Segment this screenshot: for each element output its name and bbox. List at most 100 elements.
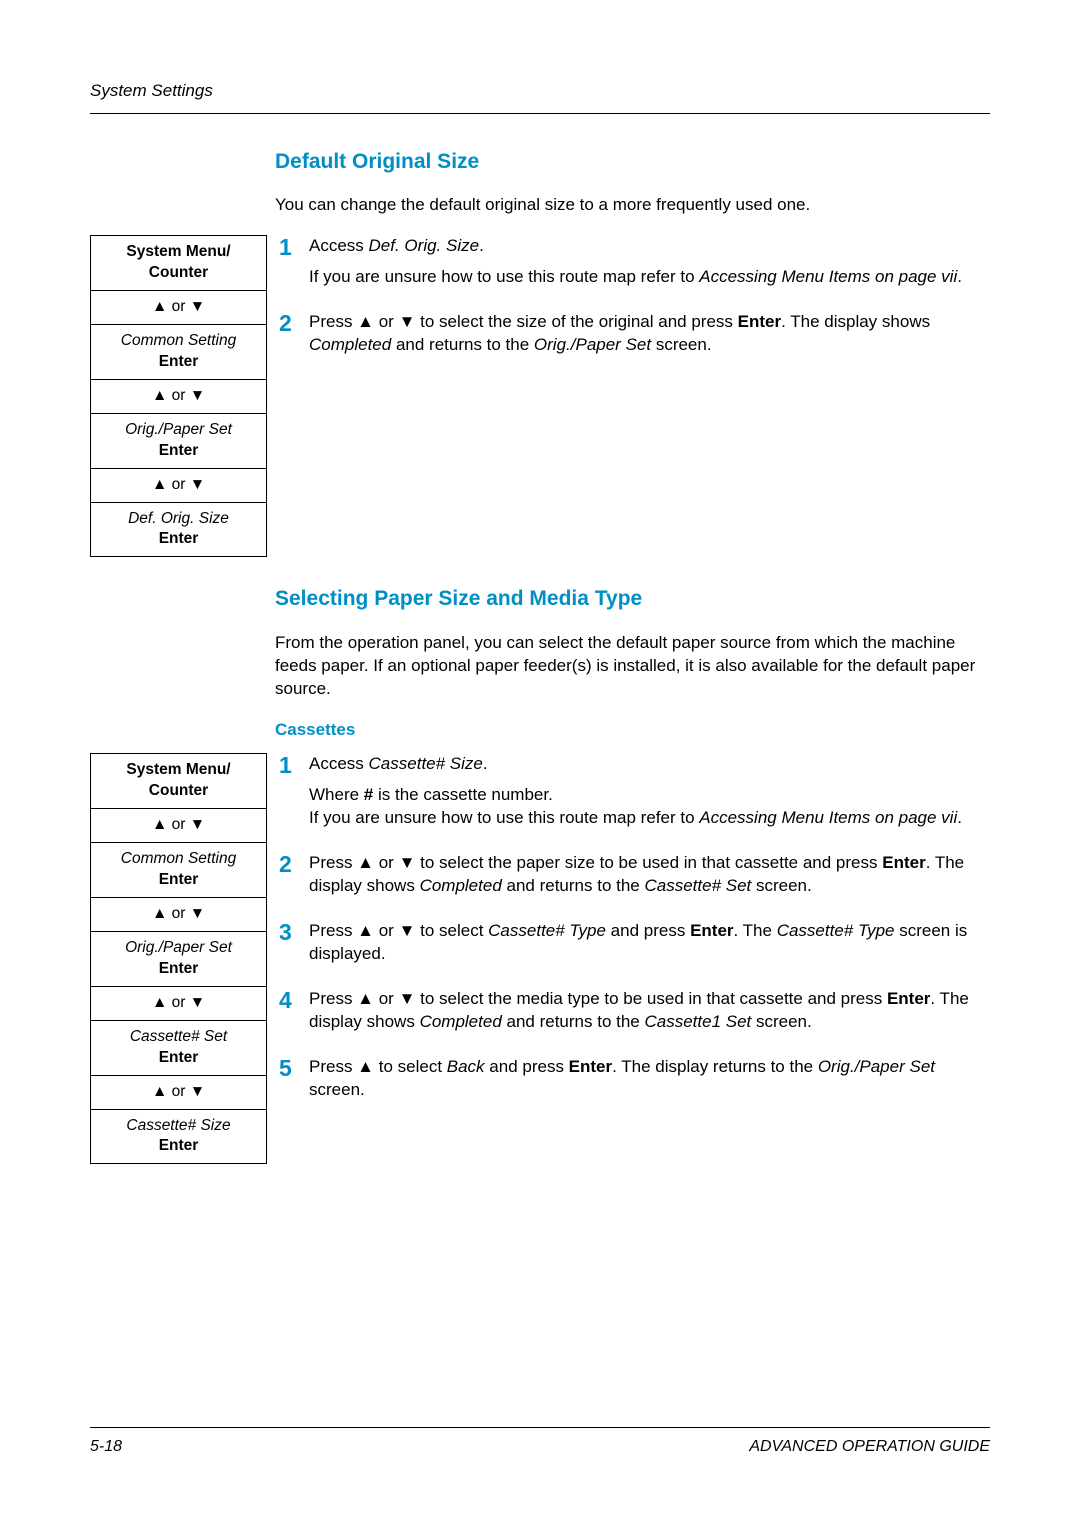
step-body: Access Cassette# Size. Where # is the ca… <box>309 753 990 838</box>
t: Completed <box>309 335 391 354</box>
step-body: Press ▲ or ▼ to select Cassette# Type an… <box>309 920 990 974</box>
step-2: 2 Press ▲ or ▼ to select the paper size … <box>279 852 990 906</box>
t: Access <box>309 754 369 773</box>
t: and press <box>606 921 690 940</box>
intro-paragraph-2: From the operation panel, you can select… <box>275 632 990 701</box>
route-map-arrow: ▲ or ▼ <box>91 897 266 931</box>
t: and returns to the <box>502 1012 645 1031</box>
step-body: Access Def. Orig. Size. If you are unsur… <box>309 235 990 297</box>
route-map-cell: Common Setting Enter <box>91 324 266 379</box>
rm-text: Counter <box>149 264 208 281</box>
guide-title: ADVANCED OPERATION GUIDE <box>749 1436 990 1458</box>
t: Access <box>309 236 369 255</box>
t: and press <box>485 1057 569 1076</box>
route-map-cell: Def. Orig. Size Enter <box>91 502 266 557</box>
step-number: 1 <box>279 235 309 260</box>
t: is the cassette number. <box>373 785 553 804</box>
t: Accessing Menu Items on page vii <box>699 808 957 827</box>
t: . <box>483 754 488 773</box>
t: Enter <box>882 853 925 872</box>
t: . <box>957 267 962 286</box>
step-body: Press ▲ or ▼ to select the size of the o… <box>309 311 990 365</box>
t: . The display returns to the <box>612 1057 818 1076</box>
t: If you are unsure how to use this route … <box>309 808 699 827</box>
route-map-arrow: ▲ or ▼ <box>91 379 266 413</box>
route-map-2: System Menu/ Counter ▲ or ▼ Common Setti… <box>90 753 267 1164</box>
t: Back <box>447 1057 485 1076</box>
t: screen. <box>751 876 811 895</box>
rm-text: Orig./Paper Set <box>125 421 232 438</box>
step-number: 1 <box>279 753 309 778</box>
route-map-arrow: ▲ or ▼ <box>91 1075 266 1109</box>
t: Accessing Menu Items on page vii <box>699 267 957 286</box>
t: Cassette# Type <box>777 921 895 940</box>
t: Press ▲ or ▼ to select <box>309 921 488 940</box>
rm-text: Enter <box>159 442 199 459</box>
rm-text: Cassette# Size <box>126 1117 230 1134</box>
t: Where <box>309 785 364 804</box>
heading-default-original-size: Default Original Size <box>275 148 990 176</box>
rm-text: Common Setting <box>121 850 236 867</box>
rm-text: System Menu/ <box>126 761 230 778</box>
rm-text: Enter <box>159 871 199 888</box>
rm-text: Counter <box>149 782 208 799</box>
route-map-arrow: ▲ or ▼ <box>91 808 266 842</box>
steps-list-2: 1 Access Cassette# Size. Where # is the … <box>279 753 990 1123</box>
t: and returns to the <box>391 335 534 354</box>
footer-rule <box>90 1427 990 1428</box>
t: . The display shows <box>781 312 930 331</box>
t: . <box>957 808 962 827</box>
step-1: 1 Access Def. Orig. Size. If you are uns… <box>279 235 990 297</box>
step-body: Press ▲ or ▼ to select the media type to… <box>309 988 990 1042</box>
page-number: 5-18 <box>90 1436 122 1458</box>
step-3: 3 Press ▲ or ▼ to select Cassette# Type … <box>279 920 990 974</box>
step-1: 1 Access Cassette# Size. Where # is the … <box>279 753 990 838</box>
rm-text: Enter <box>159 1049 199 1066</box>
route-map-arrow: ▲ or ▼ <box>91 290 266 324</box>
steps-list-1: 1 Access Def. Orig. Size. If you are uns… <box>279 235 990 379</box>
step-number: 2 <box>279 852 309 877</box>
step-number: 2 <box>279 311 309 336</box>
rm-text: Cassette# Set <box>130 1028 227 1045</box>
route-map-cell: Orig./Paper Set Enter <box>91 413 266 468</box>
t: Orig./Paper Set <box>534 335 651 354</box>
t: Orig./Paper Set <box>818 1057 935 1076</box>
rm-text: System Menu/ <box>126 243 230 260</box>
t: . <box>479 236 484 255</box>
t: screen. <box>309 1080 365 1099</box>
subheading-cassettes: Cassettes <box>275 719 990 742</box>
route-map-cell: Common Setting Enter <box>91 842 266 897</box>
t: screen. <box>651 335 711 354</box>
rm-text: Def. Orig. Size <box>128 510 229 527</box>
route-map-arrow: ▲ or ▼ <box>91 986 266 1020</box>
rm-text: Orig./Paper Set <box>125 939 232 956</box>
step-number: 5 <box>279 1056 309 1081</box>
t: Cassette# Type <box>488 921 606 940</box>
t: # <box>364 785 373 804</box>
t: Cassette1 Set <box>644 1012 751 1031</box>
step-2: 2 Press ▲ or ▼ to select the size of the… <box>279 311 990 365</box>
route-map-cell: System Menu/ Counter <box>91 754 266 808</box>
t: Cassette# Set <box>644 876 751 895</box>
step-number: 4 <box>279 988 309 1013</box>
t: Press ▲ or ▼ to select the paper size to… <box>309 853 882 872</box>
running-header: System Settings <box>90 80 990 103</box>
step-4: 4 Press ▲ or ▼ to select the media type … <box>279 988 990 1042</box>
rm-text: Enter <box>159 530 199 547</box>
step-body: Press ▲ to select Back and press Enter. … <box>309 1056 990 1110</box>
route-map-cell: Orig./Paper Set Enter <box>91 931 266 986</box>
header-rule <box>90 113 990 114</box>
route-map-arrow: ▲ or ▼ <box>91 468 266 502</box>
route-map-cell: System Menu/ Counter <box>91 236 266 290</box>
t: Enter <box>887 989 930 1008</box>
t: . The <box>734 921 777 940</box>
t: and returns to the <box>502 876 645 895</box>
t: Cassette# Size <box>369 754 483 773</box>
page-footer: 5-18 ADVANCED OPERATION GUIDE <box>90 1427 990 1458</box>
rm-text: Enter <box>159 353 199 370</box>
t: Enter <box>738 312 781 331</box>
rm-text: Enter <box>159 960 199 977</box>
step-body: Press ▲ or ▼ to select the paper size to… <box>309 852 990 906</box>
t: Completed <box>420 876 502 895</box>
rm-text: Common Setting <box>121 332 236 349</box>
